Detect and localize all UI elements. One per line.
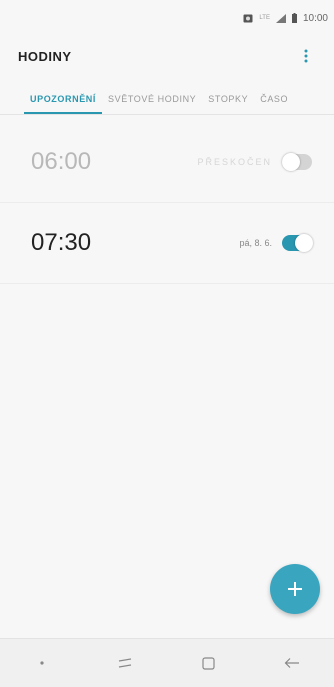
alarm-item[interactable]: 06:00 PŘESKOČEN — [0, 122, 334, 203]
tab-world-clock[interactable]: SVĚTOVÉ HODINY — [102, 94, 202, 114]
signal-icon — [275, 13, 286, 23]
app-header: HODINY — [0, 36, 334, 76]
alarm-status: PŘESKOČEN — [197, 157, 272, 167]
alarm-item[interactable]: 07:30 pá, 8. 6. — [0, 203, 334, 284]
home-icon[interactable] — [189, 643, 229, 683]
app-title: HODINY — [18, 48, 72, 64]
toggle-knob — [295, 234, 313, 252]
alarm-toggle[interactable] — [282, 234, 313, 252]
add-alarm-button[interactable] — [270, 564, 320, 614]
toggle-knob — [282, 153, 300, 171]
status-time: 10:00 — [302, 12, 328, 24]
dot-icon[interactable] — [22, 643, 62, 683]
tab-stopwatch[interactable]: STOPKY — [202, 94, 254, 114]
tab-bar: UPOZORNĚNÍ SVĚTOVÉ HODINY STOPKY ČASO — [0, 78, 334, 115]
plus-icon — [288, 582, 302, 596]
tab-timer[interactable]: ČASO — [254, 94, 294, 114]
battery-icon — [291, 13, 297, 23]
back-icon[interactable] — [272, 643, 312, 683]
alarm-time: 06:00 — [31, 148, 92, 175]
navigation-bar — [0, 638, 334, 687]
image-notification-icon — [243, 14, 253, 23]
alarm-list: 06:00 PŘESKOČEN 07:30 pá, 8. 6. — [0, 122, 334, 284]
tab-alarms[interactable]: UPOZORNĚNÍ — [24, 94, 103, 114]
alarm-controls: pá, 8. 6. — [239, 234, 313, 252]
alarm-date: pá, 8. 6. — [239, 238, 272, 248]
more-vert-icon[interactable] — [296, 46, 316, 66]
alarm-controls: PŘESKOČEN — [197, 153, 312, 171]
status-bar: LTE 10:00 — [0, 0, 334, 36]
recents-icon[interactable] — [105, 643, 145, 683]
network-type-label: LTE — [259, 15, 270, 21]
alarm-toggle[interactable] — [282, 153, 312, 171]
alarm-time: 07:30 — [31, 229, 92, 256]
